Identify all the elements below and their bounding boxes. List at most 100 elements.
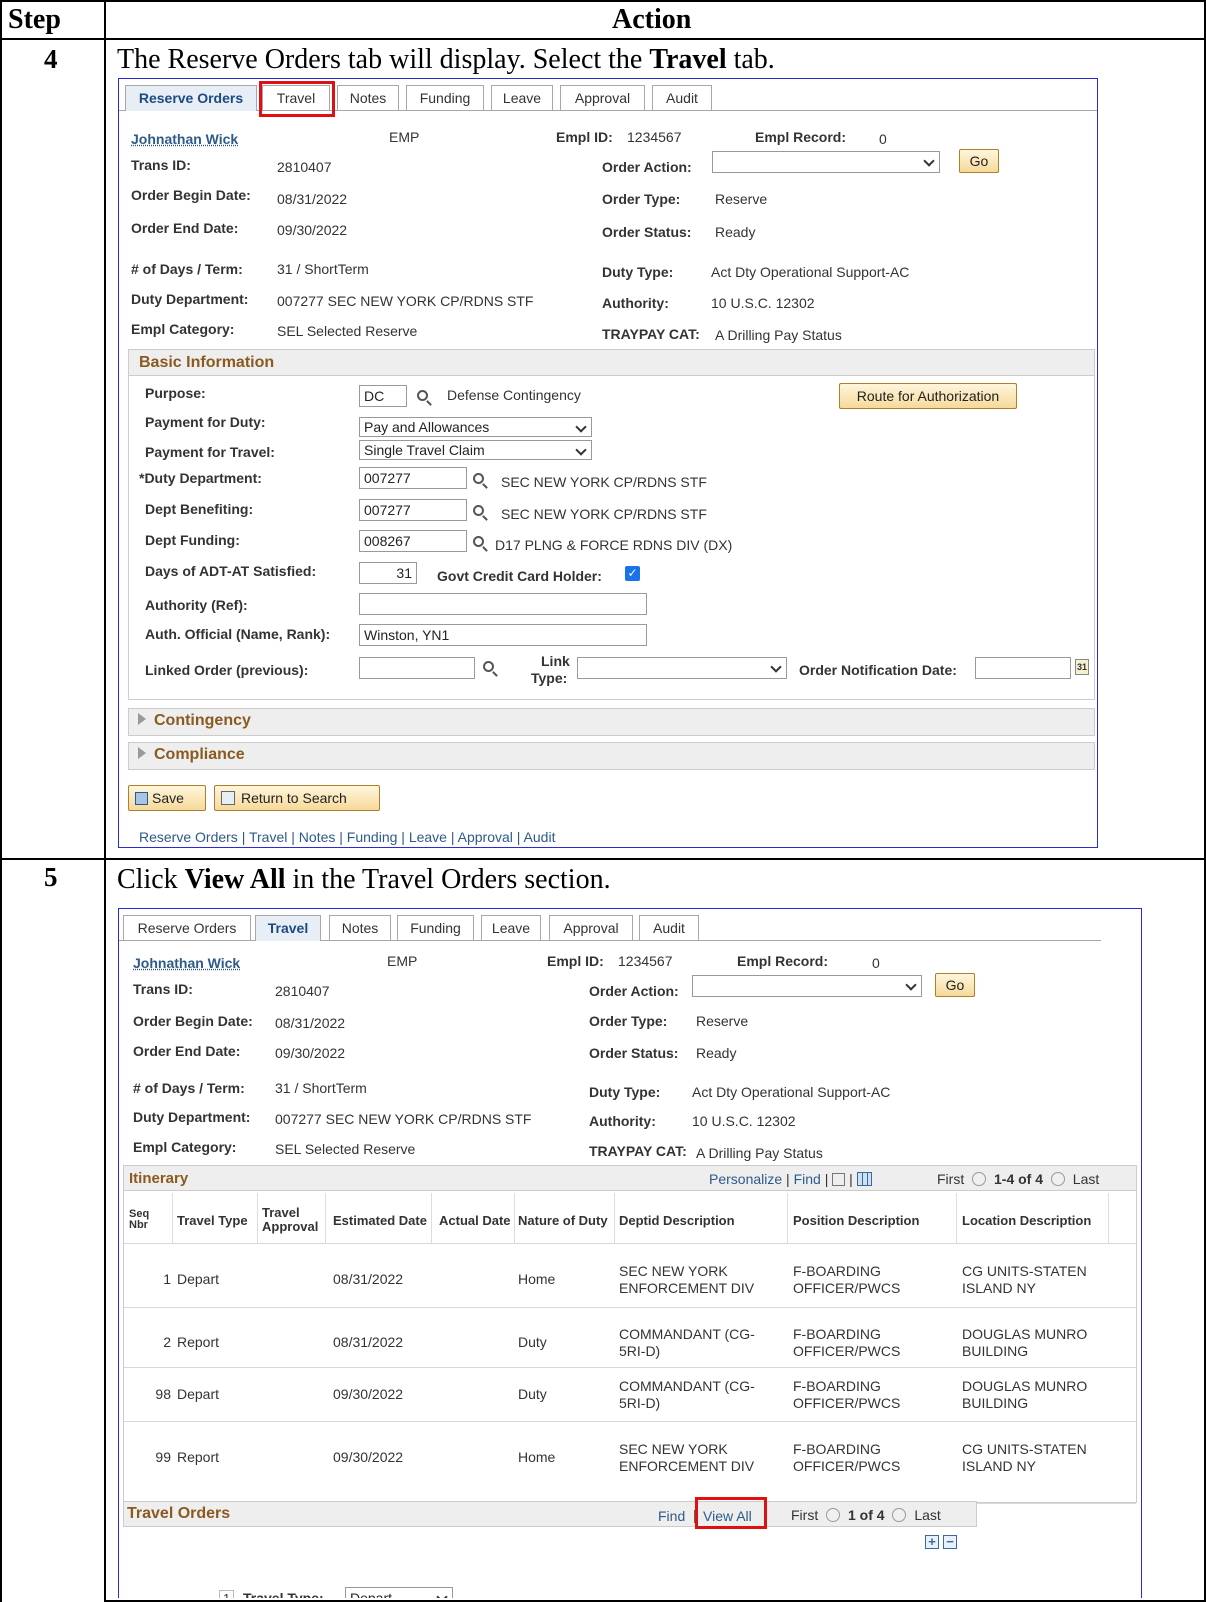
tab-notes[interactable]: Notes (337, 85, 399, 111)
travel-orders-find-link[interactable]: Find (658, 1508, 685, 1524)
tab-approval[interactable]: Approval (560, 85, 645, 111)
row1-seq: 1 (163, 1271, 171, 1287)
dept-benefiting-lookup-icon[interactable] (473, 505, 484, 516)
tab-leave[interactable]: Leave (481, 915, 541, 941)
order-action-select[interactable] (692, 975, 922, 997)
new-window-icon[interactable] (832, 1173, 846, 1186)
row3-dept2: 5RI-D) (619, 1395, 661, 1411)
order-status: Ready (715, 224, 756, 240)
go-button[interactable]: Go (935, 973, 975, 997)
delete-row-icon[interactable]: − (943, 1535, 957, 1549)
row2-loc1: DOUGLAS MUNRO (962, 1326, 1088, 1342)
govt-credit-card-checkbox[interactable]: ✓ (625, 566, 640, 581)
first-label[interactable]: First (937, 1171, 964, 1187)
go-button[interactable]: Go (959, 149, 999, 173)
empl-record-label: Empl Record: (755, 129, 847, 145)
tab-leave[interactable]: Leave (491, 85, 553, 111)
dept-benefiting-input[interactable]: 007277 (359, 499, 467, 521)
bottom-link-notes[interactable]: Notes (299, 829, 336, 845)
linked-order-input[interactable] (359, 657, 475, 679)
col-actual-date: Actual Date (439, 1213, 511, 1228)
bottom-link-leave[interactable]: Leave (409, 829, 447, 845)
payment-travel-select[interactable]: Single Travel Claim (359, 440, 592, 460)
contingency-section[interactable]: Contingency (128, 708, 1095, 736)
tab-notes[interactable]: Notes (329, 915, 391, 941)
dept-funding-description: D17 PLNG & FORCE RDNS DIV (DX) (495, 537, 733, 553)
itinerary-pager: First 1-4 of 4 Last (937, 1171, 1099, 1187)
calendar-icon[interactable]: 31 (1075, 659, 1089, 675)
order-action-select[interactable] (712, 151, 940, 173)
empl-id: 1234567 (618, 953, 673, 969)
payment-duty-select[interactable]: Pay and Allowances (359, 417, 592, 437)
dept-funding-lookup-icon[interactable] (473, 536, 484, 547)
tab-approval[interactable]: Approval (549, 915, 633, 941)
row3-loc2: BUILDING (962, 1395, 1029, 1411)
bottom-tab-links: Reserve Orders | Travel | Notes | Fundin… (139, 829, 556, 845)
next-icon[interactable] (1050, 1172, 1065, 1186)
employee-name-link[interactable]: Johnathan Wick (131, 131, 238, 147)
authority-ref-input[interactable] (359, 593, 647, 615)
tab-funding[interactable]: Funding (406, 85, 484, 111)
row4-est: 09/30/2022 (333, 1449, 404, 1465)
empl-category: SEL Selected Reserve (275, 1141, 416, 1157)
duty-dept: 007277 SEC NEW YORK CP/RDNS STF (277, 293, 534, 309)
row3-type: Depart (177, 1386, 220, 1402)
tab-funding[interactable]: Funding (397, 915, 474, 941)
find-link[interactable]: Find (794, 1171, 821, 1187)
compliance-section[interactable]: Compliance (128, 742, 1095, 770)
traypay: A Drilling Pay Status (696, 1145, 823, 1161)
previous-icon[interactable] (972, 1172, 987, 1186)
tab-reserve-orders[interactable]: Reserve Orders (125, 85, 257, 111)
travel-orders-pager: First 1 of 4 Last (791, 1507, 941, 1523)
days-term-label: # of Days / Term: (133, 1080, 245, 1096)
traypay-label: TRAYPAY CAT: (602, 326, 700, 342)
previous-icon[interactable] (826, 1508, 841, 1522)
bottom-link-funding[interactable]: Funding (347, 829, 398, 845)
linked-order-lookup-icon[interactable] (483, 661, 494, 672)
tab-audit[interactable]: Audit (639, 915, 699, 941)
personalize-link[interactable]: Personalize (709, 1171, 782, 1187)
duty-dept-input[interactable]: 007277 (359, 467, 467, 489)
order-notification-input[interactable] (975, 657, 1071, 679)
col-deptid-description: Deptid Description (619, 1213, 735, 1228)
row3-seq: 98 (155, 1386, 171, 1402)
travel-type-label: Travel Type: (243, 1590, 324, 1598)
basic-information-section: Basic Information Purpose: DC Defense Co… (128, 349, 1095, 700)
route-for-authorization-button[interactable]: Route for Authorization (839, 383, 1017, 409)
bottom-link-travel[interactable]: Travel (249, 829, 287, 845)
dept-funding-input[interactable]: 008267 (359, 530, 467, 552)
bottom-link-reserve-orders[interactable]: Reserve Orders (139, 829, 238, 845)
trans-id-label: Trans ID: (131, 157, 191, 173)
purpose-input[interactable]: DC (359, 385, 407, 407)
next-icon[interactable] (892, 1508, 907, 1522)
row4-dept2: ENFORCEMENT DIV (619, 1458, 755, 1474)
bottom-link-approval[interactable]: Approval (458, 829, 513, 845)
purpose-lookup-icon[interactable] (417, 390, 428, 401)
last-label[interactable]: Last (914, 1507, 940, 1523)
tab-audit[interactable]: Audit (652, 85, 712, 111)
row4-dept1: SEC NEW YORK (619, 1441, 728, 1457)
bottom-link-audit[interactable]: Audit (524, 829, 556, 845)
grid-download-icon[interactable] (856, 1172, 872, 1186)
duty-dept-lookup-icon[interactable] (473, 473, 484, 484)
auth-official-input[interactable]: Winston, YN1 (359, 624, 647, 646)
order-type-label: Order Type: (602, 191, 681, 207)
authority-label: Authority: (589, 1113, 656, 1129)
travel-type-select[interactable]: Depart (345, 1587, 453, 1598)
last-label[interactable]: Last (1073, 1171, 1099, 1187)
link-type-select[interactable] (577, 657, 787, 679)
row2-pos2: OFFICER/PWCS (793, 1343, 901, 1359)
tab-reserve-orders[interactable]: Reserve Orders (123, 915, 251, 941)
col-estimated-date: Estimated Date (333, 1213, 427, 1228)
payment-travel-label: Payment for Travel: (145, 444, 275, 460)
expand-triangle-icon (138, 747, 146, 759)
add-row-icon[interactable]: + (925, 1535, 939, 1549)
return-to-search-button[interactable]: Return to Search (214, 785, 380, 811)
employee-name-link[interactable]: Johnathan Wick (133, 955, 240, 971)
first-label[interactable]: First (791, 1507, 818, 1523)
tab-travel[interactable]: Travel (255, 915, 321, 941)
adt-satisfied-input[interactable]: 31 (359, 562, 417, 584)
row1-pos2: OFFICER/PWCS (793, 1280, 901, 1296)
trans-id: 2810407 (275, 983, 330, 999)
save-button[interactable]: Save (128, 785, 206, 811)
